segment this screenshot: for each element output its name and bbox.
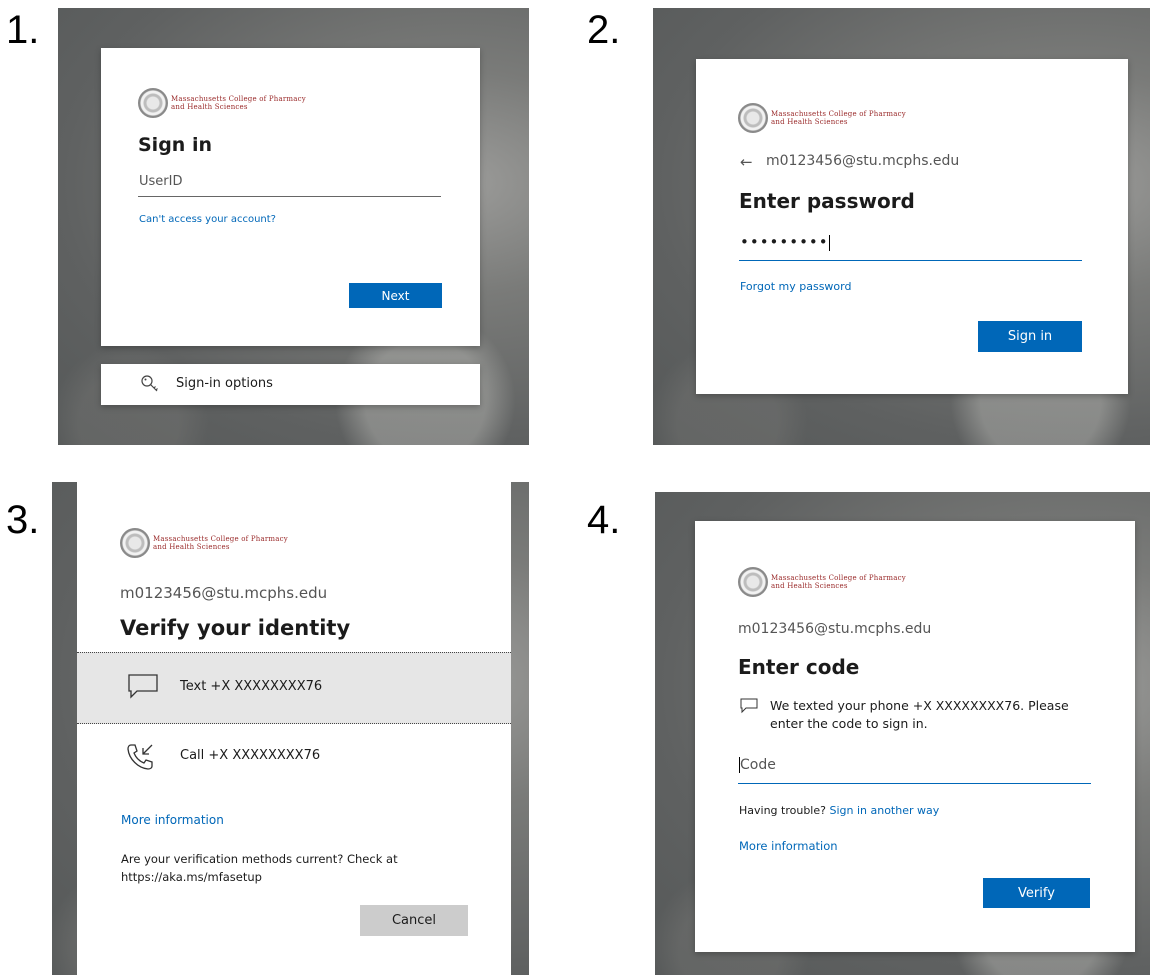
text-option[interactable]: Text +X XXXXXXXX76	[77, 652, 511, 724]
step4-code-card: Massachusetts College of Pharmacy and Hea…	[695, 521, 1135, 952]
page-title: Enter password	[739, 189, 915, 213]
step2-password-card: Massachusetts College of Pharmacy and Hea…	[696, 59, 1128, 394]
signin-button[interactable]: Sign in	[978, 321, 1082, 352]
seal-icon	[120, 528, 150, 558]
call-option-label: Call +X XXXXXXXX76	[180, 748, 321, 763]
signin-options-label: Sign-in options	[176, 376, 273, 391]
page-title: Enter code	[738, 655, 860, 679]
methods-note-line-1: Are your verification methods current? C…	[121, 852, 398, 866]
signin-options-bar[interactable]: Sign-in options	[101, 364, 480, 405]
password-underline	[739, 260, 1082, 261]
page-title: Verify your identity	[120, 616, 351, 640]
password-input[interactable]: •••••••••	[740, 233, 830, 251]
message-icon	[740, 698, 758, 714]
logo-line-2: and Health Sciences	[771, 118, 848, 126]
step1-signin-card: Massachusetts College of Pharmacy and Hea…	[101, 48, 480, 346]
userid-input[interactable]: UserID	[139, 174, 182, 189]
step-number-4: 4.	[587, 498, 621, 542]
incoming-call-icon	[127, 744, 153, 770]
back-arrow-icon[interactable]: ←	[740, 153, 753, 171]
texted-line-2: enter the code to sign in.	[770, 716, 928, 731]
having-trouble-text: Having trouble?	[739, 804, 826, 817]
message-icon	[128, 674, 158, 699]
texted-message: We texted your phone +X XXXXXXXX76. Plea…	[770, 697, 1069, 733]
logo-line-2: and Health Sciences	[171, 103, 248, 111]
page-title: Sign in	[138, 134, 212, 156]
code-placeholder: Code	[740, 757, 776, 773]
mcphs-logo: Massachusetts College of Pharmacy and Hea…	[738, 567, 906, 597]
code-input[interactable]: Code	[739, 757, 776, 773]
code-underline	[738, 783, 1091, 784]
signin-another-way-link[interactable]: Sign in another way	[829, 804, 939, 817]
seal-icon	[738, 103, 768, 133]
account-email: m0123456@stu.mcphs.edu	[766, 153, 960, 169]
call-option[interactable]: Call +X XXXXXXXX76	[77, 724, 511, 794]
next-button[interactable]: Next	[349, 283, 442, 308]
logo-line-1: Massachusetts College of Pharmacy	[171, 95, 306, 103]
cancel-button[interactable]: Cancel	[360, 905, 468, 936]
step-number-1: 1.	[6, 8, 40, 52]
mcphs-logo: Massachusetts College of Pharmacy and Hea…	[738, 103, 906, 133]
verify-button[interactable]: Verify	[983, 878, 1090, 908]
account-email: m0123456@stu.mcphs.edu	[120, 584, 328, 602]
mcphs-logo: Massachusetts College of Pharmacy and Hea…	[120, 528, 288, 558]
step-number-3: 3.	[6, 498, 40, 542]
seal-icon	[138, 88, 168, 118]
verification-methods-note: Are your verification methods current? C…	[121, 850, 398, 886]
account-email: m0123456@stu.mcphs.edu	[738, 621, 932, 637]
more-information-link[interactable]: More information	[739, 839, 838, 853]
text-cursor	[828, 234, 830, 251]
more-information-link[interactable]: More information	[121, 813, 224, 827]
forgot-password-link[interactable]: Forgot my password	[740, 280, 851, 293]
seal-icon	[738, 567, 768, 597]
logo-line-1: Massachusetts College of Pharmacy	[771, 110, 906, 118]
mcphs-logo: Massachusetts College of Pharmacy and Hea…	[138, 88, 306, 118]
text-option-label: Text +X XXXXXXXX76	[180, 679, 323, 694]
texted-line-1: We texted your phone +X XXXXXXXX76. Plea…	[770, 698, 1069, 713]
key-icon	[141, 375, 158, 392]
userid-underline	[138, 196, 441, 197]
logo-line-2: and Health Sciences	[153, 543, 230, 551]
step-number-2: 2.	[587, 8, 621, 52]
trouble-row: Having trouble? Sign in another way	[739, 804, 939, 817]
logo-line-1: Massachusetts College of Pharmacy	[771, 574, 906, 582]
cant-access-link[interactable]: Can't access your account?	[139, 214, 276, 225]
methods-note-line-2: https://aka.ms/mfasetup	[121, 870, 262, 884]
logo-line-1: Massachusetts College of Pharmacy	[153, 535, 288, 543]
logo-line-2: and Health Sciences	[771, 582, 848, 590]
password-mask: •••••••••	[740, 233, 829, 251]
step3-verify-card: Massachusetts College of Pharmacy and Hea…	[77, 482, 511, 977]
